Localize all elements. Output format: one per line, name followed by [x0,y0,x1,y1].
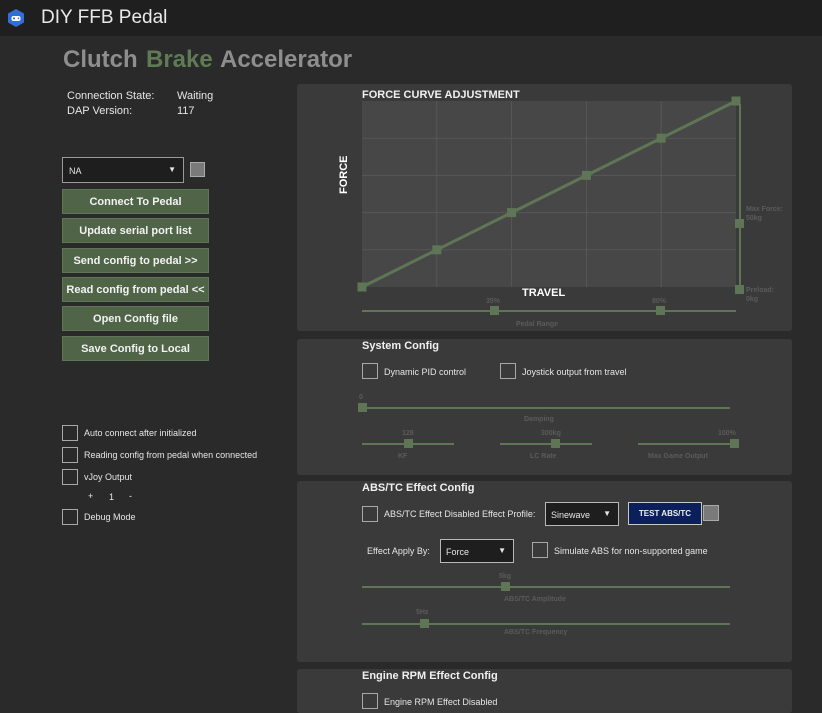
preload-label: Preload: [746,287,775,294]
force-curve-title: FORCE CURVE ADJUSTMENT [362,89,520,101]
update-serial-port-button[interactable]: Update serial port list [62,218,209,243]
gamepad-icon [8,9,24,27]
abs-tc-indicator [703,505,719,521]
force-axis-label: FORCE [338,155,350,195]
vjoy-output-label: vJoy Output [84,472,133,482]
debug-mode-label: Debug Mode [84,512,136,522]
send-config-button[interactable]: Send config to pedal >> [62,248,209,273]
pedal-range-max-thumb [656,306,665,315]
effect-apply-label: Effect Apply By: [367,546,430,556]
connection-indicator [190,162,205,177]
damping-label: Damping [524,416,554,423]
vjoy-id-value: 1 [109,492,115,502]
abs-tc-title: ABS/TC Effect Config [362,482,475,494]
system-config-title: System Config [362,340,440,352]
abs-frequency-slider[interactable] [362,623,730,625]
debug-mode-checkbox[interactable] [62,509,78,525]
tab-accelerator[interactable]: Accelerator [220,46,352,74]
kf-value: 128 [402,430,414,437]
tab-clutch[interactable]: Clutch [63,46,138,74]
connect-to-pedal-button[interactable]: Connect To Pedal [62,189,209,214]
abs-frequency-value: 5Hz [416,609,429,616]
auto-connect-label: Auto connect after initialized [84,428,197,438]
serial-port-select[interactable]: NA ▼ [62,157,184,183]
engine-rpm-disabled-checkbox[interactable] [362,693,378,709]
preload-thumb [735,285,744,294]
reading-config-checkbox[interactable] [62,447,78,463]
curve-point [656,133,666,143]
vjoy-output-checkbox[interactable] [62,469,78,485]
curve-point [357,282,367,292]
dap-version-label: DAP Version: [67,105,133,117]
joystick-travel-label: Joystick output from travel [522,367,627,377]
abs-tc-disabled-label: ABS/TC Effect Disabled [384,509,480,519]
max-force-label: Max Force: [746,206,783,213]
simulate-abs-checkbox[interactable] [532,542,548,558]
pedal-range-min-thumb [490,306,499,315]
damping-value: 0 [359,394,363,401]
open-config-button[interactable]: Open Config file [62,306,209,331]
effect-apply-value: Force [446,547,470,557]
engine-rpm-title: Engine RPM Effect Config [362,670,498,682]
damping-slider[interactable] [362,407,730,409]
pedal-range-label: Pedal Range [516,321,559,328]
abs-amplitude-label: ABS/TC Amplitude [504,596,566,603]
connection-state-label: Connection State: [67,90,155,102]
abs-amplitude-value: 5kg [499,573,512,580]
app-title: DIY FFB Pedal [41,7,168,28]
max-game-output-slider-thumb[interactable] [729,439,739,448]
vjoy-minus-button[interactable]: - [129,491,132,501]
chevron-down-icon: ▼ [168,165,176,174]
auto-connect-checkbox[interactable] [62,425,78,441]
vjoy-plus-button[interactable]: + [88,491,93,501]
lc-rate-value: 300kg [541,430,561,437]
abs-frequency-label: ABS/TC Frequency [504,629,568,636]
reading-config-label: Reading config from pedal when connected [84,450,258,460]
joystick-travel-checkbox[interactable] [500,363,516,379]
max-game-output-slider[interactable] [638,443,734,445]
engine-rpm-disabled-label: Engine RPM Effect Disabled [384,697,498,707]
read-config-button[interactable]: Read config from pedal << [62,277,209,302]
effect-apply-select[interactable]: Force ▼ [440,539,514,563]
curve-point [432,245,442,255]
effect-profile-value: Sinewave [551,510,591,520]
pedal-range-min-value: 35% [486,298,501,305]
test-abs-tc-button[interactable]: TEST ABS/TC [628,502,702,525]
chevron-down-icon: ▼ [603,509,611,518]
lc-rate-slider-thumb[interactable] [550,439,560,448]
abs-amplitude-slider[interactable] [362,586,730,588]
tab-brake[interactable]: Brake [146,46,213,74]
simulate-abs-label: Simulate ABS for non-supported game [554,546,708,556]
dynamic-pid-checkbox[interactable] [362,363,378,379]
abs-frequency-slider-thumb[interactable] [420,619,430,628]
curve-point [581,170,591,180]
save-config-button[interactable]: Save Config to Local [62,336,209,361]
chevron-down-icon: ▼ [498,546,506,555]
max-force-value: 50kg [746,215,762,222]
connection-state-value: Waiting [177,90,214,102]
max-game-output-value: 100% [718,430,736,437]
kf-label: KF [398,453,408,460]
abs-tc-disabled-checkbox[interactable] [362,506,378,522]
abs-amplitude-slider-thumb[interactable] [501,582,511,591]
serial-port-value: NA [69,166,82,176]
curve-point [507,208,517,218]
dynamic-pid-label: Dynamic PID control [384,367,467,377]
travel-axis-label: TRAVEL [522,287,566,299]
max-force-thumb [735,219,744,228]
max-game-output-label: Max Game Output [648,453,708,460]
title-bar: DIY FFB Pedal [0,0,822,36]
pedal-range-max-value: 80% [652,298,667,305]
effect-profile-select[interactable]: Sinewave ▼ [545,502,619,526]
dap-version-value: 117 [177,105,195,117]
preload-value: 0kg [746,296,759,303]
damping-slider-thumb[interactable] [357,403,367,412]
lc-rate-slider[interactable] [500,443,592,445]
kf-slider-thumb[interactable] [403,439,413,448]
effect-profile-label: Effect Profile: [482,509,536,519]
lc-rate-label: LC Rate [530,453,557,460]
